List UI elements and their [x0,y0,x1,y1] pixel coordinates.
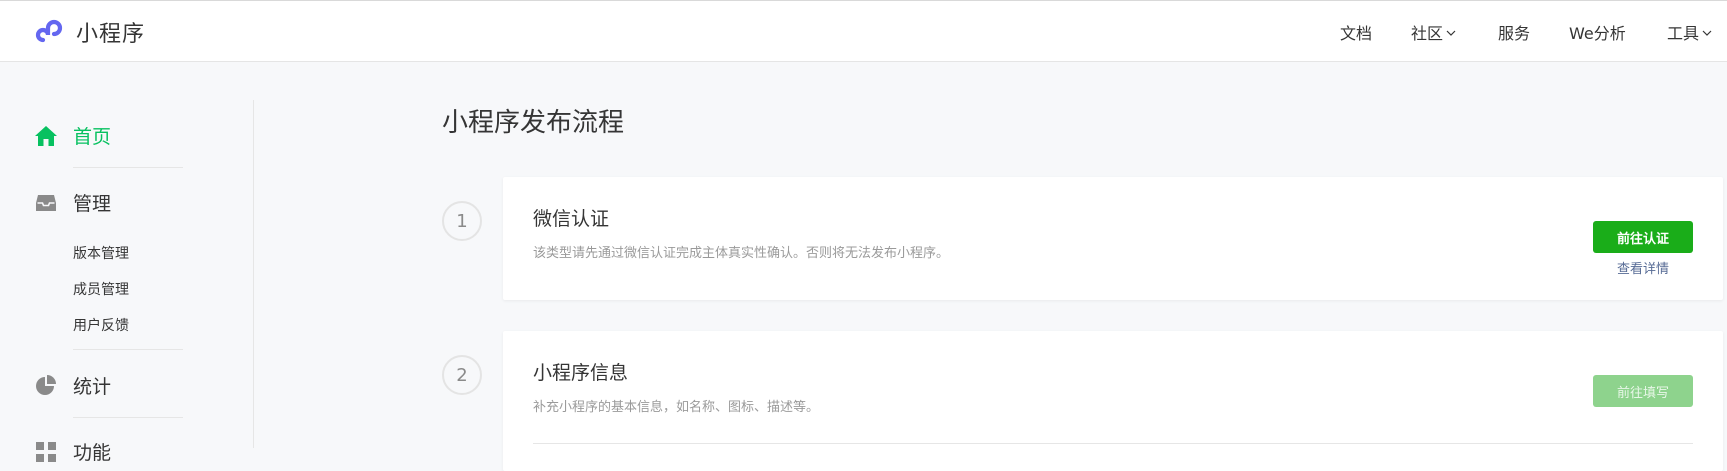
brand-name: 小程序 [76,22,146,47]
miniprogram-logo-icon [35,19,63,43]
step-title: 小程序信息 [533,362,629,384]
grid-icon [34,440,58,464]
sidebar-item-label: 首页 [73,126,112,148]
sidebar-subitem-version-manage[interactable]: 版本管理 [73,243,129,263]
nav-docs-label: 文档 [1340,24,1373,43]
inbox-icon [34,191,58,215]
top-nav: 文档 社区 服务 We分析 工具 [1300,1,1727,63]
nav-services[interactable]: 服务 [1498,20,1530,44]
sidebar-item-home[interactable]: 首页 [34,122,111,149]
nav-we-analysis[interactable]: We分析 [1569,20,1626,44]
sidebar-item-label: 管理 [73,193,112,215]
nav-we-analysis-label: We分析 [1569,24,1626,43]
sidebar-separator [73,349,183,350]
go-fill-button[interactable]: 前往填写 [1593,375,1693,407]
step-number: 2 [442,355,482,395]
sidebar-subitem-member-manage[interactable]: 成员管理 [73,279,129,299]
nav-community-label: 社区 [1411,24,1444,43]
chevron-down-icon [1702,30,1712,36]
sidebar-divider [253,100,254,448]
nav-services-label: 服务 [1498,24,1531,43]
step-card-miniprogram-info: 小程序信息 补充小程序的基本信息，如名称、图标、描述等。 前往填写 [503,331,1723,471]
sidebar-separator [73,417,183,418]
view-details-link[interactable]: 查看详情 [1593,258,1693,277]
sidebar-subitem-user-feedback[interactable]: 用户反馈 [73,315,129,335]
nav-tools-label: 工具 [1667,24,1700,43]
chevron-down-icon [1446,30,1456,36]
nav-community[interactable]: 社区 [1411,20,1457,44]
step-number: 1 [442,201,482,241]
top-header: 小程序 文档 社区 服务 We分析 工具 [0,0,1727,62]
step-description: 该类型请先通过微信认证完成主体真实性确认。否则将无法发布小程序。 [533,246,950,261]
sidebar-item-manage[interactable]: 管理 [34,189,111,216]
home-icon [34,124,58,148]
nav-docs[interactable]: 文档 [1340,20,1372,44]
brand[interactable]: 小程序 [34,15,145,49]
step-card-wechat-verify: 微信认证 该类型请先通过微信认证完成主体真实性确认。否则将无法发布小程序。 前往… [503,177,1723,300]
sidebar-item-statistics[interactable]: 统计 [34,372,111,399]
nav-tools[interactable]: 工具 [1667,20,1713,44]
pie-chart-icon [34,374,58,398]
go-verify-button[interactable]: 前往认证 [1593,221,1693,253]
sidebar-item-label: 统计 [73,376,112,398]
card-divider [533,443,1693,444]
step-description: 补充小程序的基本信息，如名称、图标、描述等。 [533,400,820,415]
page-title: 小程序发布流程 [442,108,625,138]
sidebar-item-features[interactable]: 功能 [34,438,111,465]
sidebar-separator [73,167,183,168]
step-title: 微信认证 [533,208,610,230]
sidebar-item-label: 功能 [73,442,112,464]
